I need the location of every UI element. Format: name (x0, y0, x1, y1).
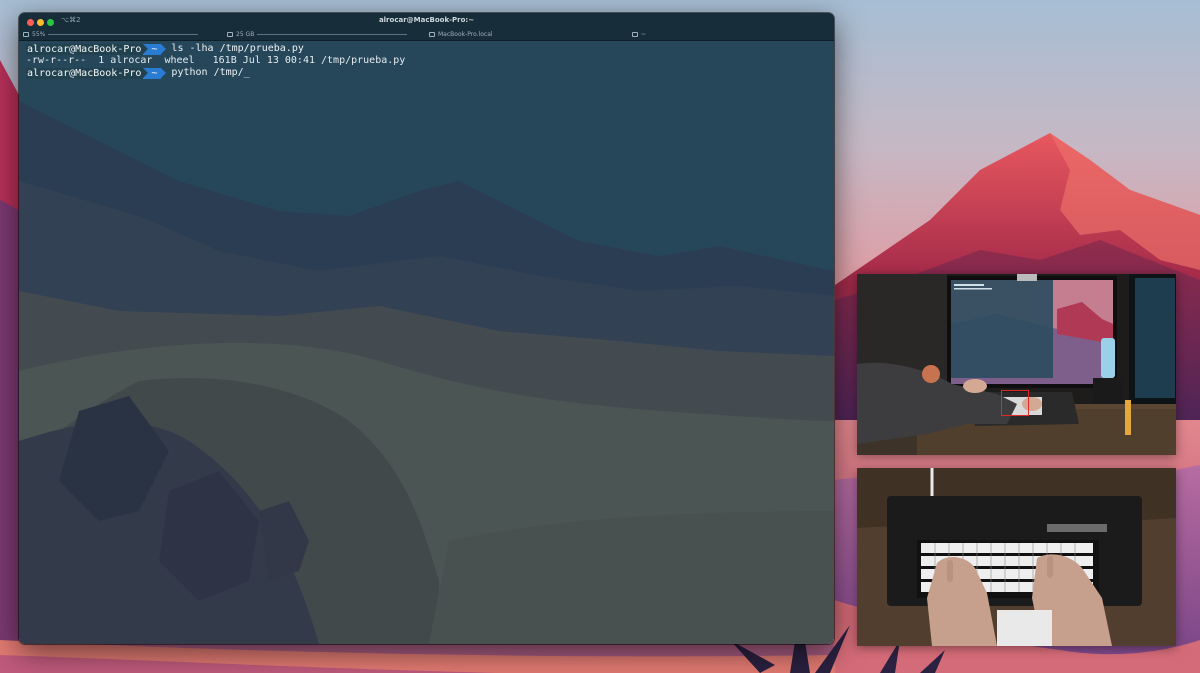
terminal-window[interactable]: ⌥⌘2 alrocar@MacBook-Pro:~ 55% 25 GB MacB… (19, 13, 834, 644)
text-cursor: _ (243, 67, 250, 78)
host-value: MacBook-Pro.local (438, 31, 493, 38)
terminal-line-prompt: alrocar@MacBook-Pro ~ ls -lha /tmp/prueba.… (26, 43, 826, 55)
battery-status: 55% (23, 31, 199, 38)
battery-bar (48, 34, 199, 35)
prompt-directory: ~ (143, 43, 167, 55)
prompt-directory: ~ (143, 67, 167, 79)
cwd-value: ~ (641, 31, 647, 38)
terminal-line-prompt[interactable]: alrocar@MacBook-Pro ~ python /tmp/_ (26, 67, 826, 79)
battery-value: 55% (32, 31, 46, 38)
disk-value: 25 GB (236, 31, 255, 38)
prompt-user: alrocar@MacBook-Pro (26, 67, 144, 79)
command-output: -rw-r--r-- 1 alrocar wheel 161B Jul 13 0… (26, 55, 406, 66)
focus-highlight-box (1001, 390, 1029, 416)
disk-status: 25 GB (227, 31, 408, 38)
camera-view-keyboard (857, 468, 1176, 646)
terminal-line-output: -rw-r--r-- 1 alrocar wheel 161B Jul 13 0… (26, 55, 826, 67)
status-bar: 55% 25 GB MacBook-Pro.local ~ (19, 29, 834, 41)
command-text: ls -lha /tmp/prueba.py (171, 43, 304, 54)
disk-bar (257, 34, 408, 35)
prompt-user: alrocar@MacBook-Pro (26, 43, 144, 55)
battery-icon (23, 32, 29, 37)
camera-view-desk (857, 274, 1176, 455)
folder-icon (632, 32, 638, 37)
terminal-output[interactable]: alrocar@MacBook-Pro ~ ls -lha /tmp/prueba.… (26, 43, 826, 79)
command-input[interactable]: python /tmp/ (171, 67, 243, 79)
laptop-icon (429, 32, 435, 37)
disk-icon (227, 32, 233, 37)
title-bar[interactable]: ⌥⌘2 alrocar@MacBook-Pro:~ 55% 25 GB MacB… (19, 13, 834, 41)
window-title: alrocar@MacBook-Pro:~ (378, 16, 475, 24)
terminal-background-image (19, 41, 834, 644)
cwd-status: ~ (632, 31, 646, 38)
host-status: MacBook-Pro.local (429, 31, 493, 38)
